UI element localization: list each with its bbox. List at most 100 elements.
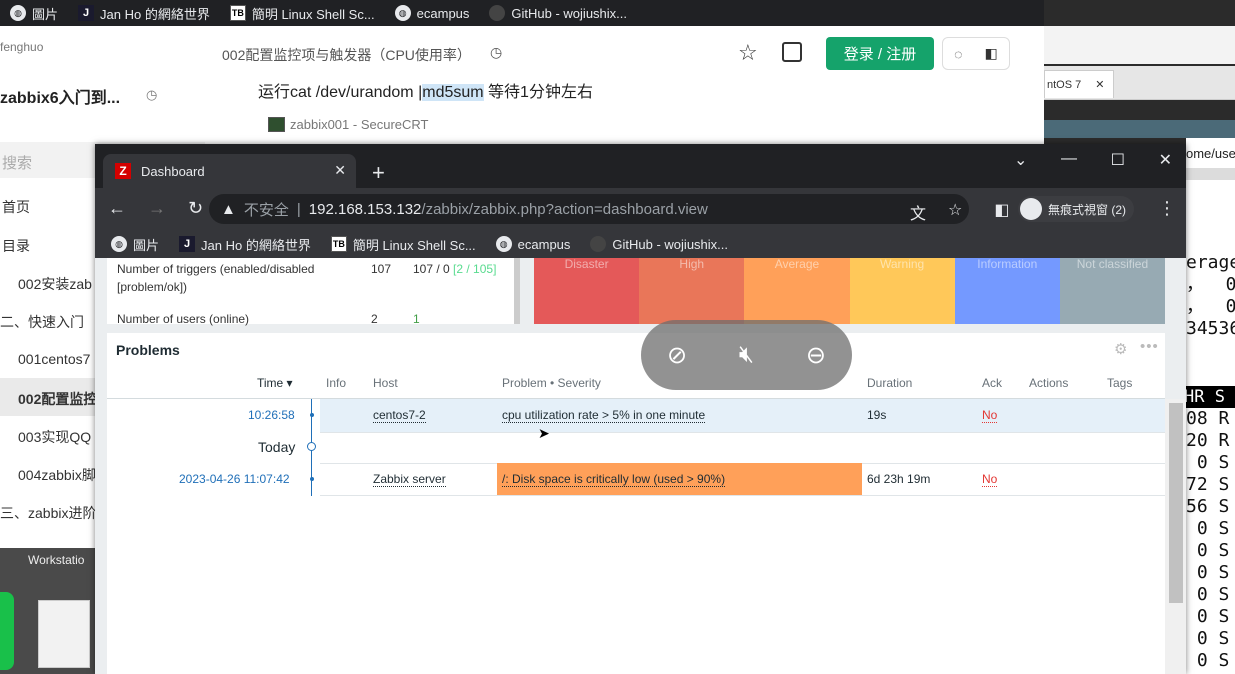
col-problem[interactable]: Problem • Severity bbox=[502, 376, 601, 390]
sidebar-item-centos7[interactable]: 001centos7 bbox=[18, 351, 90, 367]
screen-share-controls: ⊘ 🔇︎ ⊖ bbox=[641, 320, 852, 390]
problem-ack[interactable]: No bbox=[982, 408, 998, 423]
col-actions: Actions bbox=[1029, 376, 1069, 390]
layout-icon[interactable]: ◧ bbox=[985, 45, 998, 62]
col-tags: Tags bbox=[1107, 376, 1133, 390]
tb-icon: TB bbox=[330, 236, 347, 252]
securecrt-icon bbox=[268, 117, 285, 132]
maximize-icon[interactable]: ☐ bbox=[1111, 150, 1125, 174]
col-host[interactable]: Host bbox=[373, 376, 398, 390]
translate-icon[interactable]: 文 bbox=[910, 200, 926, 224]
star-icon[interactable]: ☆ bbox=[738, 40, 758, 66]
severity-disaster[interactable]: Disaster bbox=[534, 258, 640, 324]
pin-off-icon[interactable]: ⊘ bbox=[667, 341, 687, 370]
sidebar-item-monitoring[interactable]: 002配置监控 bbox=[18, 389, 97, 409]
problem-time[interactable]: 10:26:58 bbox=[248, 408, 295, 422]
severity-high[interactable]: High bbox=[639, 258, 745, 324]
wechat-icon[interactable] bbox=[0, 592, 14, 670]
col-info: Info bbox=[326, 376, 347, 390]
more-icon[interactable]: ••• bbox=[1140, 338, 1159, 355]
close-icon[interactable]: ✕ bbox=[1159, 150, 1172, 174]
widget-scrollbar[interactable] bbox=[514, 258, 520, 324]
severity-not-classified[interactable]: Not classified bbox=[1059, 258, 1166, 324]
menu-icon[interactable]: ⋮ bbox=[1158, 198, 1176, 219]
j-icon: J bbox=[179, 236, 196, 252]
desktop-label: Workstatio bbox=[28, 553, 85, 567]
severity-warning[interactable]: Warning bbox=[849, 258, 955, 324]
bookmark-github[interactable]: GitHub - wojiushix... bbox=[580, 236, 738, 252]
bg-bookmark-linuxshell[interactable]: TB 簡明 Linux Shell Sc... bbox=[220, 4, 385, 23]
new-tab-icon[interactable]: + bbox=[372, 160, 385, 186]
problem-name[interactable]: /: Disk space is critically low (used > … bbox=[502, 472, 726, 487]
problem-duration: 19s bbox=[867, 408, 887, 422]
file-icon[interactable] bbox=[38, 600, 90, 668]
close-icon[interactable]: ✕ bbox=[1095, 78, 1104, 91]
sidebar-item-qq[interactable]: 003实现QQ bbox=[18, 427, 91, 447]
bg-bookmark-images[interactable]: ◍ 圖片 bbox=[0, 4, 68, 23]
bookmark-linuxshell[interactable]: TB 簡明 Linux Shell Sc... bbox=[321, 235, 486, 254]
scrollbar-thumb[interactable] bbox=[1169, 403, 1183, 603]
tab-dashboard[interactable]: Z Dashboard ✕ bbox=[103, 154, 356, 188]
mouse-cursor: ➤ bbox=[538, 425, 550, 441]
address-bar[interactable]: ▲ 不安全 | 192.168.153.132/zabbix/zabbix.ph… bbox=[209, 194, 969, 224]
sidebar-item-quickstart[interactable]: 二、快速入门 bbox=[0, 312, 84, 332]
sidebar-item-toc[interactable]: 目录 bbox=[2, 236, 30, 256]
minus-circle-icon[interactable]: ⊖ bbox=[806, 341, 826, 370]
mute-icon[interactable]: 🔇︎ bbox=[739, 341, 754, 369]
incognito-icon bbox=[1020, 198, 1042, 220]
problem-host[interactable]: centos7-2 bbox=[373, 408, 426, 423]
history-icon[interactable]: ◷ bbox=[490, 44, 502, 61]
image-caption: zabbix001 - SecureCRT bbox=[268, 117, 429, 132]
col-time[interactable]: Time ▾ bbox=[257, 376, 293, 390]
severity-information[interactable]: Information bbox=[954, 258, 1060, 324]
article-title: 002配置监控项与触发器（CPU使用率） bbox=[222, 47, 471, 63]
forward-icon[interactable]: → bbox=[148, 198, 166, 219]
background-tab[interactable]: ntOS 7 ✕ bbox=[1044, 70, 1114, 98]
bookmark-star-icon[interactable]: ☆ bbox=[948, 200, 962, 224]
back-icon[interactable]: ← bbox=[108, 198, 126, 219]
problem-duration: 6d 23h 19m bbox=[867, 472, 931, 486]
problem-ack[interactable]: No bbox=[982, 472, 998, 487]
system-info-widget: Number of triggers (enabled/disabled [pr… bbox=[107, 258, 514, 326]
chevron-down-icon[interactable]: ⌄ bbox=[1014, 150, 1027, 174]
close-icon[interactable]: ✕ bbox=[334, 162, 346, 179]
reload-icon[interactable]: ↻ bbox=[188, 198, 203, 219]
gear-icon[interactable]: ⚙ bbox=[1114, 340, 1127, 358]
sidebar-item-home[interactable]: 首页 bbox=[2, 197, 30, 217]
problem-host[interactable]: Zabbix server bbox=[373, 472, 446, 487]
background-title-strip bbox=[1044, 120, 1235, 138]
table-row[interactable] bbox=[320, 399, 1165, 432]
sidebar-item-install[interactable]: 002安装zab bbox=[18, 274, 92, 294]
bookmark-janho[interactable]: J Jan Ho 的網絡世界 bbox=[169, 235, 321, 254]
bookmark-icon[interactable] bbox=[782, 42, 802, 62]
problem-time[interactable]: 2023-04-26 11:07:42 bbox=[179, 472, 290, 486]
bg-bookmark-github[interactable]: GitHub - wojiushix... bbox=[479, 5, 637, 21]
bookmarks-bar: ◍ 圖片 J Jan Ho 的網絡世界 TB 簡明 Linux Shell Sc...… bbox=[95, 230, 1186, 258]
incognito-profile-button[interactable]: 無痕式視窗 (2) bbox=[1018, 196, 1135, 222]
bookmark-ecampus[interactable]: ◍ ecampus bbox=[486, 236, 581, 252]
zabbix-icon: Z bbox=[115, 163, 131, 179]
bg-bookmark-ecampus[interactable]: ◍ ecampus bbox=[385, 5, 480, 21]
minimize-icon[interactable]: — bbox=[1061, 150, 1077, 174]
login-register-button[interactable]: 登录 / 注册 bbox=[826, 37, 934, 70]
article-tool-buttons: ◌ ◧ bbox=[942, 37, 1010, 70]
terminal-path: ome/user bbox=[1186, 138, 1235, 168]
command-text: 运行cat /dev/urandom |md5sum 等待1分钟左右 bbox=[258, 84, 593, 101]
book-title[interactable]: zabbix6入门到... bbox=[0, 84, 120, 108]
timeline-dot bbox=[310, 413, 314, 417]
sidebar-item-script[interactable]: 004zabbix脚 bbox=[18, 465, 96, 485]
comment-icon[interactable]: ◌ bbox=[954, 46, 962, 62]
bookmark-images[interactable]: ◍ 圖片 bbox=[101, 235, 169, 254]
globe-icon: ◍ bbox=[10, 5, 26, 21]
sidepanel-icon[interactable]: ◧ bbox=[994, 200, 1009, 224]
globe-icon: ◍ bbox=[111, 236, 127, 252]
severity-average[interactable]: Average bbox=[744, 258, 850, 324]
problem-name[interactable]: cpu utilization rate > 5% in one minute bbox=[502, 408, 706, 423]
separator: | bbox=[296, 200, 301, 218]
timeline-dot bbox=[310, 477, 314, 481]
warning-icon[interactable]: ▲ bbox=[221, 201, 236, 218]
sidebar-item-advanced[interactable]: 三、zabbix进阶 bbox=[0, 503, 96, 523]
today-label: Today bbox=[258, 439, 296, 455]
bg-bookmark-janho[interactable]: J Jan Ho 的網絡世界 bbox=[68, 4, 220, 23]
author-name[interactable]: fenghuo bbox=[0, 40, 43, 54]
